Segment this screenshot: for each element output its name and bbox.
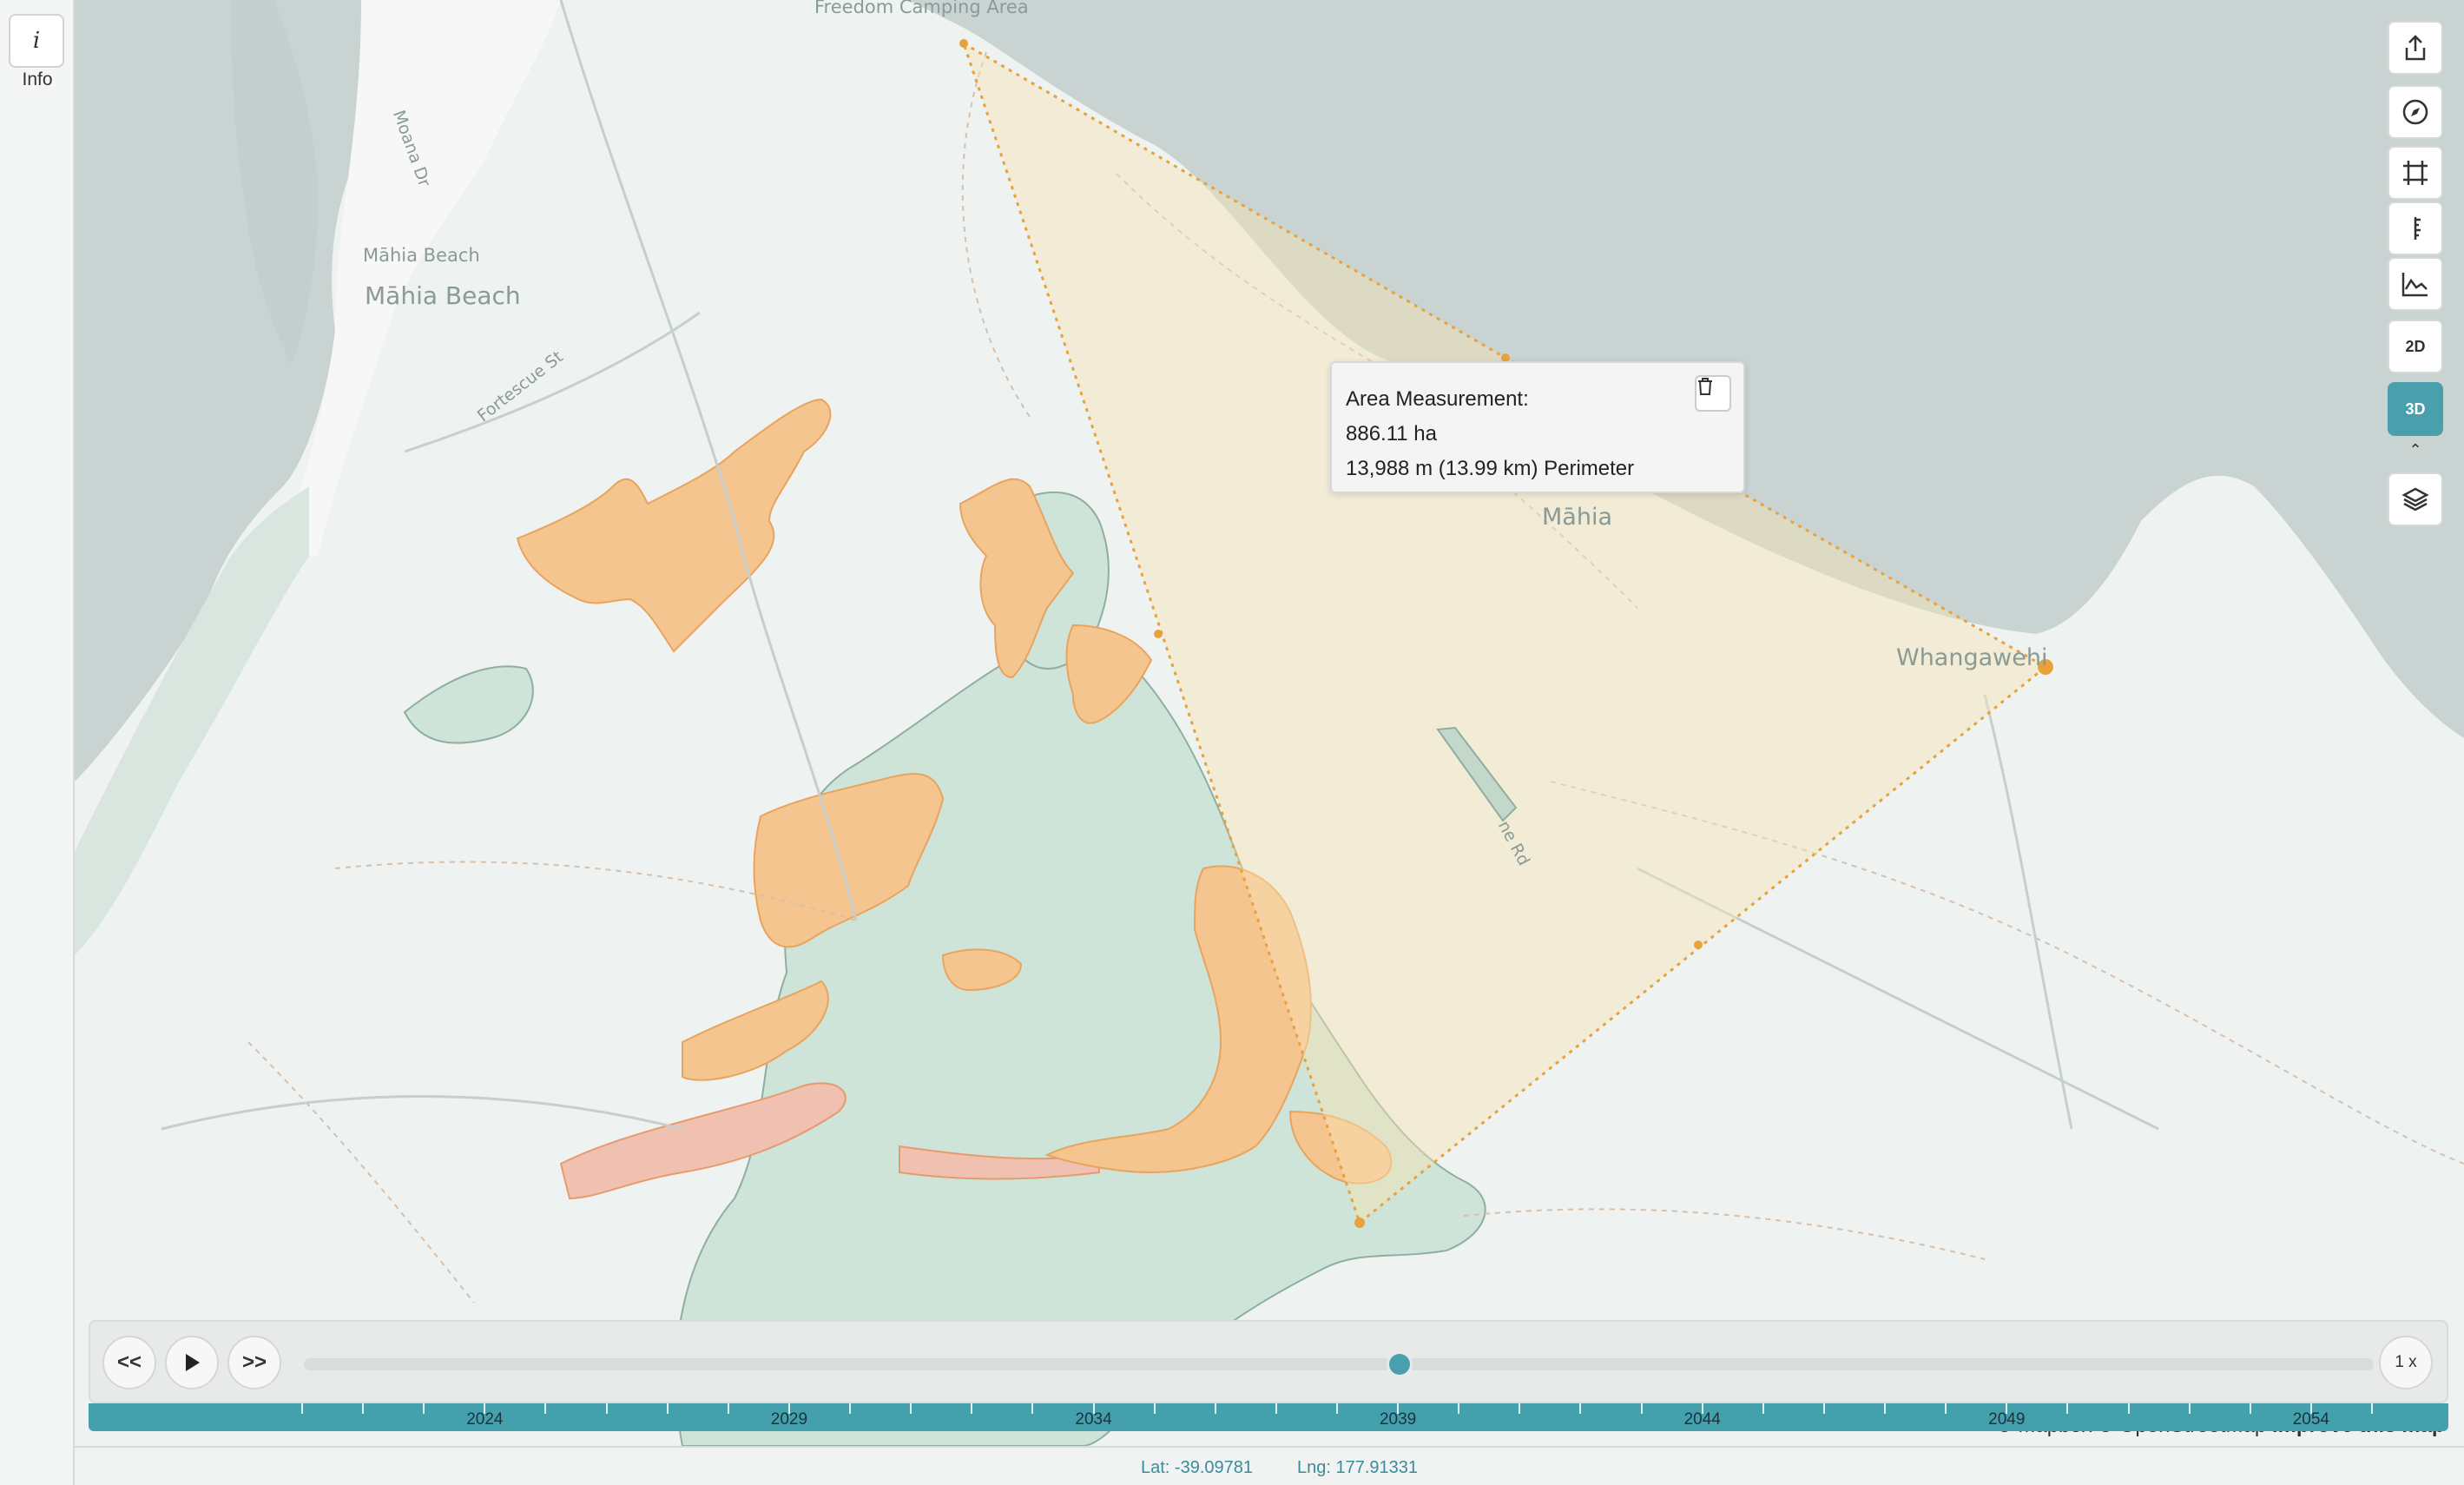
rewind-button[interactable]: << [102, 1336, 156, 1389]
timeline-tick [727, 1403, 729, 1414]
2d-icon: 2D [2405, 337, 2426, 355]
measurement-title: Area Measurement: [1346, 387, 1529, 411]
timeline-tick [1031, 1403, 1034, 1414]
timeline-tick [1519, 1403, 1521, 1414]
layers-icon [2401, 487, 2429, 512]
timeline-year-label: 2029 [770, 1410, 808, 1429]
map-label-whangawehi: Whangawehi [1896, 644, 2048, 671]
frame-icon [2403, 161, 2428, 185]
status-bar: Lat: -39.09781 Lng: 177.91331 [75, 1446, 2464, 1485]
ruler-icon [2414, 217, 2421, 240]
timeline-year-label: 2024 [466, 1410, 504, 1429]
latitude-readout: Lat: -39.09781 [1141, 1458, 1253, 1477]
timeline-tick [1275, 1403, 1277, 1414]
share-icon [2405, 35, 2426, 61]
area-measurement-popup: Area Measurement: 886.11 ha 13,988 m (13… [1330, 361, 1745, 493]
timeline-tick [1945, 1403, 1947, 1414]
play-icon [186, 1354, 200, 1371]
elevation-profile-button[interactable] [2388, 257, 2443, 311]
playback-speed-button[interactable]: 1 x [2379, 1336, 2433, 1389]
timeline-tick [2371, 1403, 2373, 1414]
timeline-slider-thumb[interactable] [1387, 1351, 1413, 1377]
timeline-slider-track[interactable] [304, 1358, 2374, 1370]
play-button[interactable] [165, 1336, 219, 1389]
timeline-tick [910, 1403, 912, 1414]
timeline-year-scale: 2024 2029 2034 2039 2044 2049 2054 [89, 1403, 2448, 1431]
ruler-button[interactable] [2388, 201, 2443, 255]
playback-speed-label: 1 x [2395, 1353, 2417, 1371]
timeline-tick [2066, 1403, 2069, 1414]
timeline-year-label: 2044 [1683, 1410, 1721, 1429]
timeline-tick [1214, 1403, 1216, 1414]
timeline-tick [2127, 1403, 2130, 1414]
timeline-tick [2249, 1403, 2251, 1414]
rewind-icon: << [116, 1350, 142, 1374]
map-canvas[interactable]: Freedom Camping Area Moana Dr Māhia Beac… [75, 0, 2464, 1446]
timeline-controls: << >> 1 x [89, 1320, 2448, 1403]
map-graphics [75, 0, 2464, 1446]
timeline-tick [1640, 1403, 1643, 1414]
timeline-year-label: 2049 [1988, 1410, 2026, 1429]
toggle-3d-button[interactable]: 3D [2388, 382, 2443, 436]
timeline-tick [1336, 1403, 1338, 1414]
map-label-camping: Freedom Camping Area [814, 0, 1029, 17]
timeline-tick [666, 1403, 669, 1414]
app-root: i Info Freedom Camping Area Moana Dr Māh… [0, 0, 2464, 1485]
timeline-tick [423, 1403, 425, 1414]
measurement-perimeter: 13,988 m (13.99 km) Perimeter [1346, 457, 1635, 480]
timeline-tick [1822, 1403, 1825, 1414]
timeline-year-label: 2039 [1379, 1410, 1417, 1429]
measurement-area: 886.11 ha [1346, 422, 1437, 446]
info-icon: i [32, 28, 41, 54]
forward-button[interactable]: >> [227, 1336, 281, 1389]
map-label-mahia: Māhia [1542, 504, 1612, 531]
timeline-tick [849, 1403, 852, 1414]
info-label: Info [22, 69, 53, 89]
longitude-readout: Lng: 177.91331 [1297, 1458, 1419, 1477]
3d-icon: 3D [2405, 399, 2426, 418]
share-button[interactable] [2388, 21, 2443, 75]
info-button[interactable]: i [9, 14, 64, 68]
timeline-tick [2188, 1403, 2191, 1414]
map-label-mahia-beach: Māhia Beach [365, 281, 521, 310]
toggle-2d-button[interactable]: 2D [2388, 320, 2443, 373]
timeline-tick [605, 1403, 608, 1414]
left-sidebar: i Info [0, 0, 75, 1485]
frame-button[interactable] [2388, 146, 2443, 200]
trash-icon [1698, 378, 1712, 395]
timeline-year-label: 2054 [2292, 1410, 2330, 1429]
timeline-tick [1153, 1403, 1156, 1414]
timeline-tick [1884, 1403, 1887, 1414]
timeline-tick [1458, 1403, 1460, 1414]
compass-icon [2402, 99, 2428, 125]
timeline-tick [301, 1403, 303, 1414]
timeline-tick [971, 1403, 973, 1414]
timeline-tick [544, 1403, 547, 1414]
timeline-year-label: 2034 [1075, 1410, 1112, 1429]
collapse-chevron-icon[interactable]: ⌃ [2403, 438, 2428, 462]
delete-measurement-button[interactable] [1695, 375, 1731, 412]
compass-button[interactable] [2388, 85, 2443, 139]
timeline-panel: << >> 1 x 2024 2029 2034 2039 2044 2049 2054 [89, 1320, 2448, 1431]
timeline-tick [1579, 1403, 1582, 1414]
layers-button[interactable] [2388, 472, 2443, 526]
timeline-tick [362, 1403, 365, 1414]
forward-icon: >> [241, 1350, 267, 1374]
timeline-tick [1762, 1403, 1764, 1414]
elevation-profile-icon [2401, 273, 2428, 297]
map-label-mahia-beach-small: Māhia Beach [363, 245, 480, 266]
